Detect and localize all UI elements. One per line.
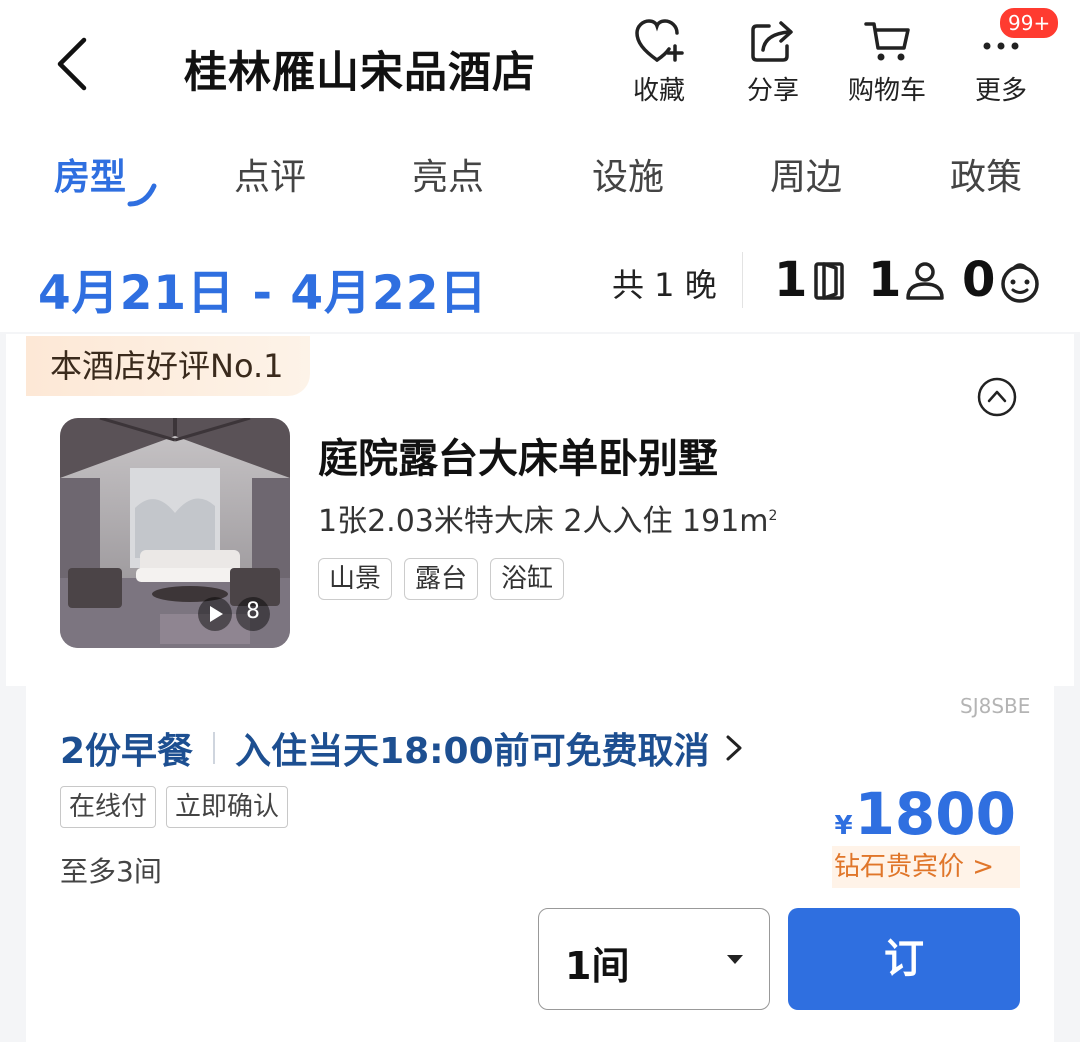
quantity-value: 1间 (565, 944, 630, 988)
stay-info-bar[interactable]: 4月21日 - 4月22日 共 1 晚 1 1 0 (0, 226, 1080, 332)
child-count[interactable]: 0 (962, 252, 995, 308)
stay-dates[interactable]: 4月21日 - 4月22日 (38, 254, 487, 323)
tab-highlights[interactable]: 亮点 (412, 148, 484, 200)
notification-badge: 99+ (998, 6, 1061, 40)
collapse-chevron-icon[interactable] (976, 376, 1018, 418)
favorite-label: 收藏 (632, 76, 685, 106)
chevron-left-icon (57, 37, 87, 91)
cart-icon (864, 22, 910, 61)
more-label: 更多 (974, 76, 1027, 106)
tab-room-types[interactable]: 房型 (54, 148, 126, 200)
room-tag: 露台 (404, 558, 479, 600)
door-icon (814, 262, 844, 300)
vip-price-link[interactable]: 钻石贵宾价 > (832, 846, 1020, 888)
adult-count[interactable]: 1 (868, 252, 901, 308)
max-rooms: 至多3间 (60, 855, 162, 888)
room-tag: 浴缸 (490, 558, 565, 600)
photo-count: 8 (246, 599, 260, 624)
room-quantity-select[interactable]: 1间 (538, 908, 770, 1010)
back-button[interactable] (48, 34, 98, 94)
rate-code: SJ8SBE (960, 694, 1031, 718)
tab-policies[interactable]: 政策 (950, 148, 1022, 200)
tab-surroundings[interactable]: 周边 (770, 148, 842, 200)
room-specs-text: 1张2.03米特大床 2人入住 191m (318, 504, 769, 539)
room-count[interactable]: 1 (774, 252, 807, 308)
area-unit-sup: 2 (768, 508, 778, 524)
cancellation-policy: 入住当天18:00前可免费取消 (235, 731, 710, 772)
active-tab-indicator (127, 183, 157, 207)
rate-tag: 立即确认 (166, 786, 289, 828)
person-icon (906, 262, 944, 300)
divider (213, 732, 216, 764)
tab-reviews[interactable]: 点评 (234, 148, 306, 200)
header-bar: 桂林雁山宋品酒店 收藏 分享 购物车 更多 99+ (0, 0, 1080, 128)
room-name[interactable]: 庭院露台大床单卧别墅 (318, 426, 718, 484)
favorite-button[interactable]: 收藏 (614, 18, 704, 114)
breakfast-info: 2份早餐 (60, 731, 194, 772)
cart-button[interactable]: 购物车 (842, 18, 932, 114)
room-tag: 山景 (318, 558, 393, 600)
heart-plus-icon (635, 19, 684, 62)
video-photo-count[interactable]: 8 (196, 595, 272, 633)
rate-tag: 在线付 (60, 786, 157, 828)
room-tags: 山景 露台 浴缸 (318, 558, 565, 600)
rate-policy-link[interactable]: 2份早餐 入住当天18:00前可免费取消 (60, 722, 744, 774)
chevron-right-icon (726, 735, 742, 761)
currency-symbol: ¥ (834, 811, 853, 841)
share-button[interactable]: 分享 (728, 18, 818, 114)
divider (742, 252, 743, 308)
top-rated-ribbon: 本酒店好评No.1 (26, 336, 310, 396)
book-button[interactable]: 订 (788, 908, 1020, 1010)
hotel-title: 桂林雁山宋品酒店 (184, 48, 536, 98)
price: ¥1800 (834, 780, 1016, 848)
cart-label: 购物车 (847, 76, 926, 106)
rate-tags: 在线付 立即确认 (60, 786, 289, 828)
child-face-icon (1001, 263, 1039, 303)
share-icon (751, 21, 793, 62)
night-count: 共 1 晚 (612, 266, 717, 304)
room-specs: 1张2.03米特大床 2人入住 191m2 (318, 496, 777, 540)
share-label: 分享 (746, 76, 799, 106)
tab-facilities[interactable]: 设施 (592, 148, 664, 200)
price-amount: 1800 (854, 780, 1016, 848)
section-tabs: 房型 点评 亮点 设施 周边 政策 (0, 128, 1080, 224)
caret-down-icon (727, 955, 743, 964)
